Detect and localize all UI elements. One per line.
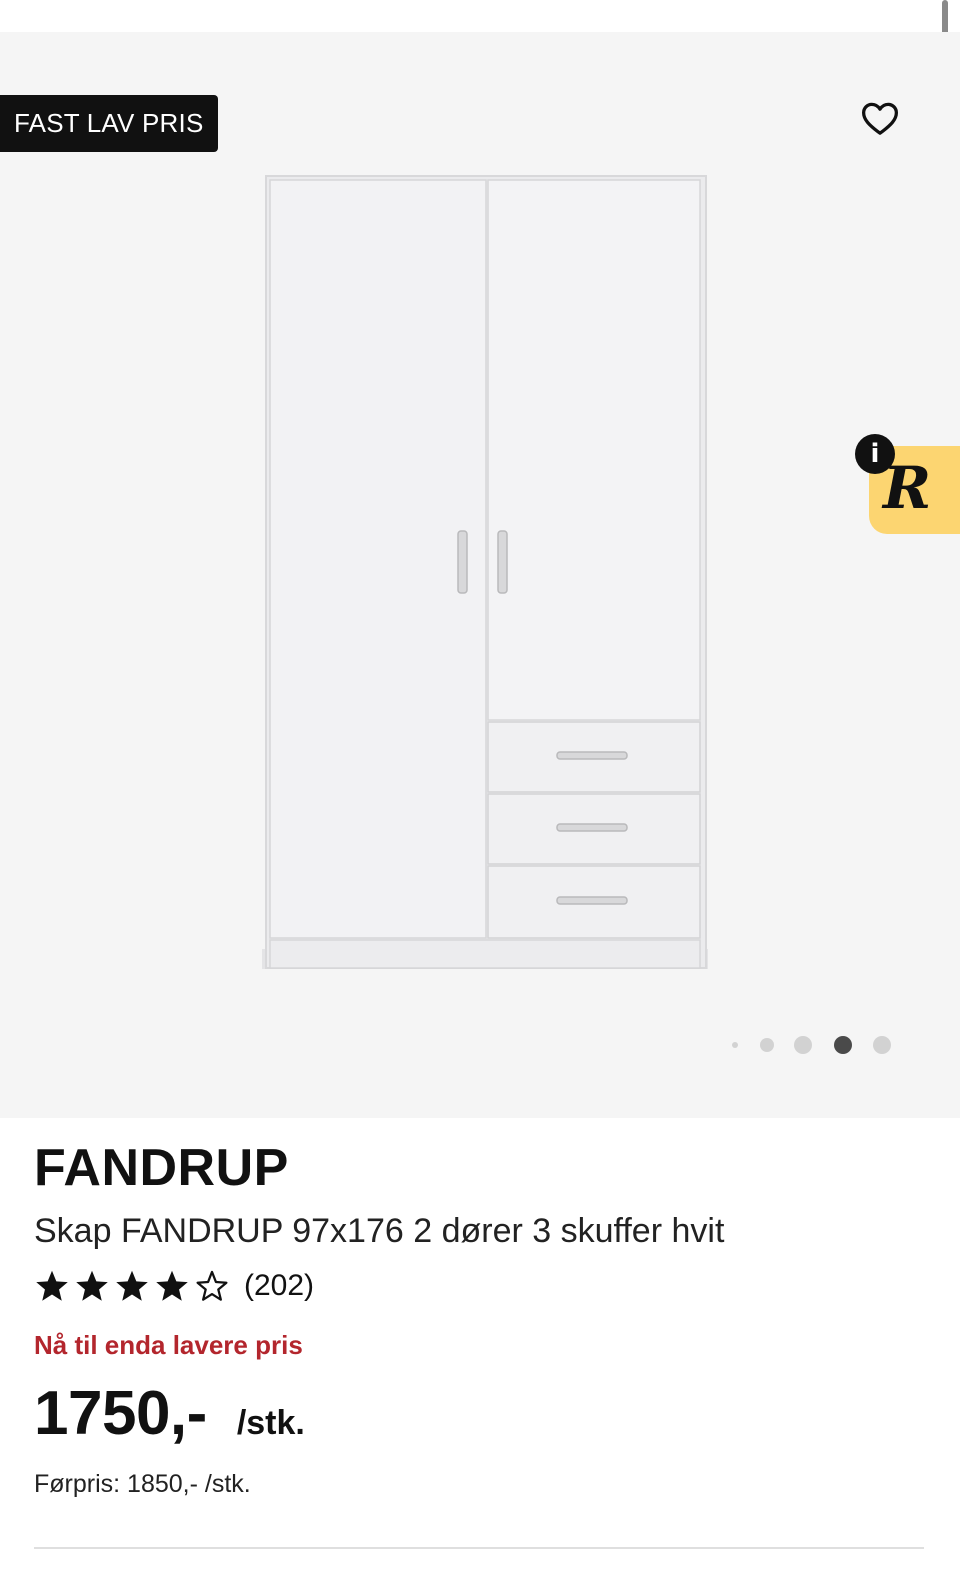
carousel-dot[interactable]	[873, 1036, 891, 1054]
price-value: 1750,-	[34, 1379, 207, 1448]
star-outline-icon	[196, 1270, 228, 1301]
star-filled-icon	[116, 1270, 148, 1301]
carousel-dot[interactable]	[732, 1042, 738, 1048]
product-page: FAST LAV PRIS R i FANDRUP Skap FANDRUP 9…	[0, 0, 960, 1575]
product-description: Skap FANDRUP 97x176 2 dører 3 skuffer hv…	[34, 1212, 725, 1250]
carousel-dot-active[interactable]	[834, 1036, 852, 1054]
price-unit: /stk.	[236, 1404, 305, 1442]
favorite-button[interactable]	[857, 95, 903, 141]
star-filled-icon	[76, 1270, 108, 1301]
price: 1750,- /stk.	[34, 1378, 305, 1450]
carousel-dot[interactable]	[794, 1036, 812, 1054]
promo-text: Nå til enda lavere pris	[34, 1330, 303, 1360]
top-bar	[0, 0, 960, 32]
carousel-indicator[interactable]	[722, 1034, 902, 1056]
info-icon[interactable]: i	[855, 434, 895, 474]
heart-outline-icon	[862, 102, 898, 135]
rating-count: (202)	[244, 1269, 315, 1302]
star-filled-icon	[156, 1270, 188, 1301]
fast-lav-pris-badge: FAST LAV PRIS	[0, 95, 218, 152]
product-image[interactable]	[260, 174, 712, 974]
carousel-dot[interactable]	[760, 1038, 774, 1052]
product-brand[interactable]: FANDRUP	[34, 1138, 289, 1198]
star-filled-icon	[36, 1270, 68, 1301]
divider	[34, 1547, 924, 1549]
previous-price: Førpris: 1850,- /stk.	[34, 1470, 251, 1498]
product-gallery[interactable]: FAST LAV PRIS R i	[0, 32, 960, 1118]
rating-stars	[34, 1268, 230, 1304]
rating[interactable]: (202)	[34, 1266, 314, 1306]
